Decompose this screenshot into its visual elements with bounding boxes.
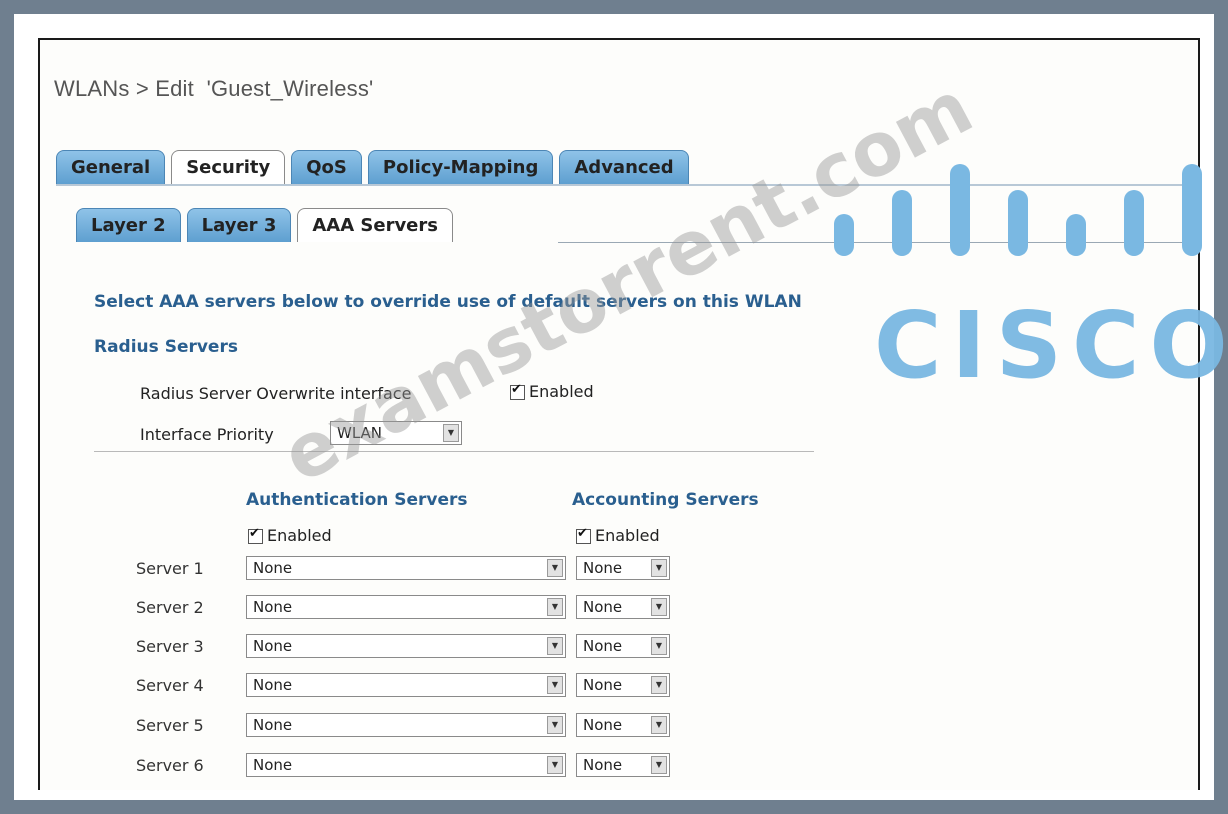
tab-general[interactable]: General	[56, 150, 166, 184]
tab-layer-2[interactable]: Layer 2	[76, 208, 181, 242]
server-4-acct-select[interactable]: None ▼	[576, 673, 670, 697]
server-1-acct-select[interactable]: None ▼	[576, 556, 670, 580]
server-6-acct-value: None	[583, 756, 623, 774]
chevron-down-icon[interactable]: ▼	[651, 637, 667, 655]
chevron-down-icon[interactable]: ▼	[547, 559, 563, 577]
server-1-acct-value: None	[583, 559, 623, 577]
cisco-logo-text: CISCO	[874, 292, 1228, 399]
main-tab-bar: General Security QoS Policy-Mapping Adva…	[56, 150, 689, 184]
accounting-servers-heading: Accounting Servers	[572, 490, 759, 510]
server-3-auth-select[interactable]: None ▼	[246, 634, 566, 658]
server-1-auth-select[interactable]: None ▼	[246, 556, 566, 580]
checkbox-checked-icon[interactable]	[576, 526, 591, 544]
page-title: WLANs > Edit 'Guest_Wireless'	[54, 76, 374, 101]
tab-aaa-servers[interactable]: AAA Servers	[297, 208, 453, 242]
screenshot-frame: WLANs > Edit 'Guest_Wireless' General Se…	[14, 14, 1228, 800]
tab-qos[interactable]: QoS	[291, 150, 362, 184]
server-4-label: Server 4	[136, 676, 204, 695]
overwrite-interface-label: Radius Server Overwrite interface	[140, 384, 412, 403]
auth-enabled-label: Enabled	[267, 526, 332, 545]
server-1-label: Server 1	[136, 559, 204, 578]
server-3-acct-value: None	[583, 637, 623, 655]
wlan-edit-panel: WLANs > Edit 'Guest_Wireless' General Se…	[38, 38, 1200, 790]
chevron-down-icon[interactable]: ▼	[651, 716, 667, 734]
server-2-acct-select[interactable]: None ▼	[576, 595, 670, 619]
server-6-auth-value: None	[253, 756, 293, 774]
chevron-down-icon[interactable]: ▼	[651, 676, 667, 694]
server-2-auth-select[interactable]: None ▼	[246, 595, 566, 619]
server-5-auth-select[interactable]: None ▼	[246, 713, 566, 737]
overwrite-enabled-checkbox[interactable]: Enabled	[510, 382, 594, 401]
auth-enabled-checkbox[interactable]: Enabled	[248, 526, 332, 545]
server-1-auth-value: None	[253, 559, 293, 577]
interface-priority-label: Interface Priority	[140, 425, 274, 444]
chevron-down-icon[interactable]: ▼	[443, 424, 459, 442]
server-6-auth-select[interactable]: None ▼	[246, 753, 566, 777]
server-2-auth-value: None	[253, 598, 293, 616]
chevron-down-icon[interactable]: ▼	[547, 637, 563, 655]
server-6-label: Server 6	[136, 756, 204, 775]
server-2-label: Server 2	[136, 598, 204, 617]
chevron-down-icon[interactable]: ▼	[547, 756, 563, 774]
server-2-acct-value: None	[583, 598, 623, 616]
interface-priority-select[interactable]: WLAN ▼	[330, 421, 462, 445]
tab-security[interactable]: Security	[171, 150, 286, 184]
interface-priority-value: WLAN	[337, 424, 383, 442]
chevron-down-icon[interactable]: ▼	[651, 598, 667, 616]
checkbox-checked-icon[interactable]	[248, 526, 263, 544]
tab-advanced[interactable]: Advanced	[559, 150, 689, 184]
server-4-acct-value: None	[583, 676, 623, 694]
server-4-auth-select[interactable]: None ▼	[246, 673, 566, 697]
tab-layer-3[interactable]: Layer 3	[186, 208, 292, 242]
server-3-label: Server 3	[136, 637, 204, 656]
chevron-down-icon[interactable]: ▼	[651, 559, 667, 577]
section-divider	[94, 451, 814, 452]
chevron-down-icon[interactable]: ▼	[547, 716, 563, 734]
acct-enabled-checkbox[interactable]: Enabled	[576, 526, 660, 545]
chevron-down-icon[interactable]: ▼	[547, 676, 563, 694]
server-3-auth-value: None	[253, 637, 293, 655]
checkbox-checked-icon[interactable]	[510, 382, 525, 400]
tab-policy-mapping[interactable]: Policy-Mapping	[367, 150, 554, 184]
server-5-auth-value: None	[253, 716, 293, 734]
server-4-auth-value: None	[253, 676, 293, 694]
intro-text: Select AAA servers below to override use…	[94, 292, 802, 312]
overwrite-enabled-label: Enabled	[529, 382, 594, 401]
server-3-acct-select[interactable]: None ▼	[576, 634, 670, 658]
sub-tab-bar: Layer 2 Layer 3 AAA Servers	[76, 208, 453, 242]
radius-servers-heading: Radius Servers	[94, 337, 238, 357]
server-5-acct-select[interactable]: None ▼	[576, 713, 670, 737]
acct-enabled-label: Enabled	[595, 526, 660, 545]
server-6-acct-select[interactable]: None ▼	[576, 753, 670, 777]
chevron-down-icon[interactable]: ▼	[547, 598, 563, 616]
authentication-servers-heading: Authentication Servers	[246, 490, 468, 510]
server-5-label: Server 5	[136, 716, 204, 735]
server-5-acct-value: None	[583, 716, 623, 734]
chevron-down-icon[interactable]: ▼	[651, 756, 667, 774]
